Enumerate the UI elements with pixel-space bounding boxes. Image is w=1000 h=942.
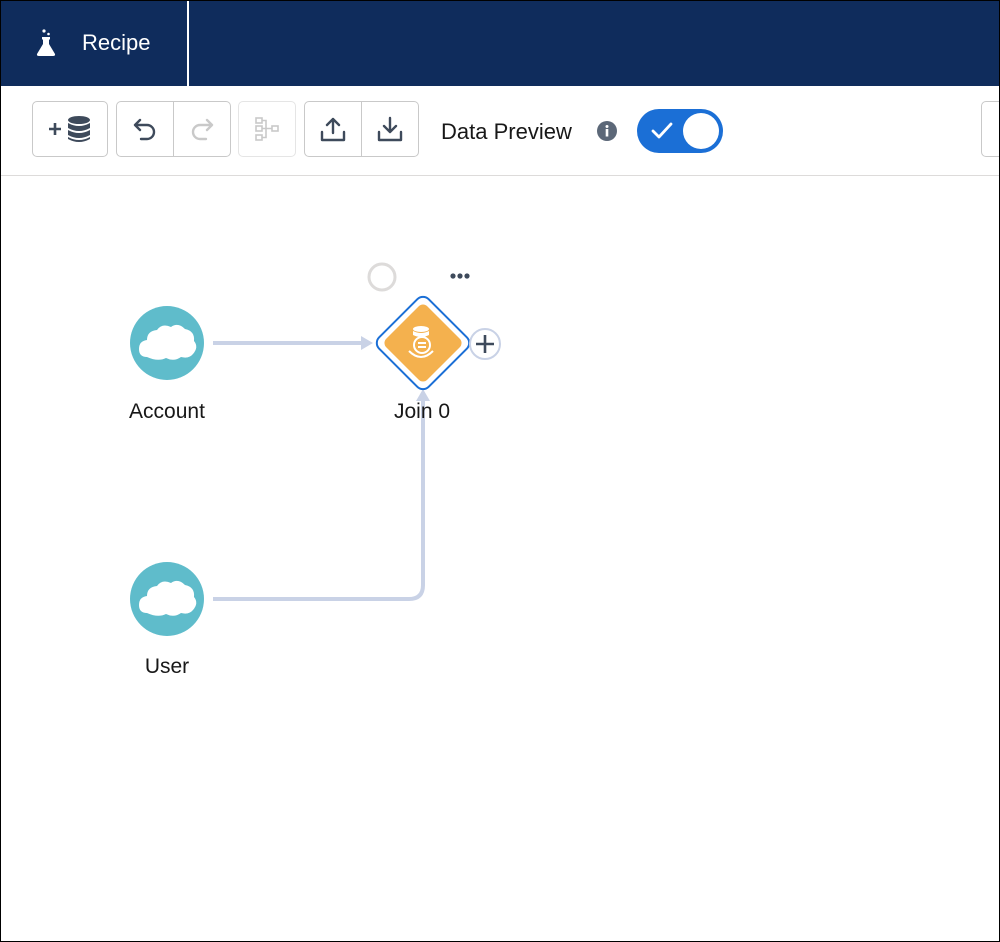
node-label-user: User	[144, 655, 190, 678]
connector-account-join	[213, 336, 373, 350]
app-window: Recipe Data Preview Account Join 0 User	[0, 0, 1000, 942]
node-label-join: Join 0	[393, 400, 451, 423]
node-account[interactable]	[130, 306, 204, 380]
recipe-canvas	[130, 262, 501, 636]
node-join[interactable]	[374, 294, 473, 393]
add-step-icon[interactable]	[469, 328, 501, 360]
more-actions-icon[interactable]	[450, 273, 470, 279]
node-select-radio[interactable]	[367, 262, 397, 292]
node-user[interactable]	[130, 562, 204, 636]
node-label-account: Account	[129, 400, 205, 423]
